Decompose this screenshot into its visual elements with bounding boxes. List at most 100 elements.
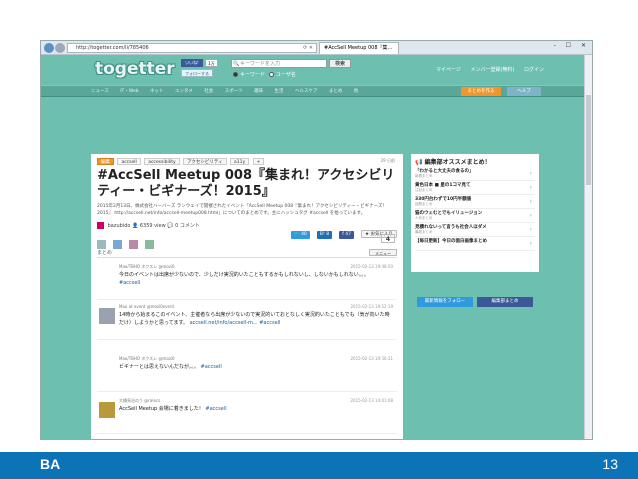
hatena-share-button[interactable]: B! 8 (316, 231, 333, 239)
megaphone-icon: 📢 (415, 159, 423, 166)
recommend-item[interactable]: 猫のウェむとでもイリュージョン 人気まとめ › (415, 209, 535, 223)
create-matome-button[interactable]: まとめを作る (461, 87, 501, 96)
cat-item[interactable]: ニュース (91, 89, 109, 94)
mypage-link[interactable]: マイページ (436, 67, 461, 73)
radio-user[interactable]: ユーザ名 (269, 71, 296, 78)
tweet-avatar[interactable] (99, 308, 115, 324)
tag[interactable]: accsell (117, 158, 141, 165)
search-button[interactable]: 検索 (329, 59, 351, 68)
chevron-right-icon: › (529, 184, 532, 191)
recommend-item[interactable]: 黄色日本 ■ 星の1コマ見て 注目まとめ › (415, 181, 535, 195)
follow-twitter-button[interactable]: 最新情報をフォロー (417, 297, 473, 307)
signup-link[interactable]: メンバー登録(無料) (470, 67, 514, 73)
radio-user-label: ユーザ名 (276, 72, 296, 78)
tweet-body: 今日のイベントは出席が少ないので、少しだけ実況的いたこともするかもしれないし、し… (119, 271, 391, 287)
tweet-avatar[interactable] (99, 360, 115, 376)
help-button[interactable]: ヘルプ (507, 87, 541, 96)
back-icon[interactable] (44, 43, 54, 53)
recommend-title: 編集部オススメまとめ！ (424, 159, 491, 166)
tweet-item: 大橋亮治のう @ralecs 2015-02-13 14:01:08 AccSe… (97, 396, 397, 434)
tag[interactable]: accessibility (144, 158, 180, 165)
chevron-right-icon: › (529, 170, 532, 177)
add-tag-button[interactable]: + (252, 158, 265, 165)
address-bar[interactable]: http://togetter.com/li/785406 ⟳ ✕ (67, 43, 317, 53)
tweet-author[interactable]: Mao/TBHO ネクスレ @mozi0 (119, 264, 175, 270)
cat-item[interactable]: エンタメ (175, 89, 193, 94)
author-avatar[interactable] (97, 222, 104, 229)
tweet-text: AccSell Meetup 会場に着きました！ (119, 406, 204, 412)
tweet-share-button[interactable]: 🐦 40 (291, 231, 310, 239)
twitter-icon: 🐦 (294, 232, 300, 237)
scrollbar[interactable] (584, 55, 592, 439)
tweet-author[interactable]: Mao/TBHO ネクスレ @mozi0 (119, 356, 175, 362)
window-controls[interactable]: - ☐ ✕ (554, 42, 590, 49)
hatena-share-count: 8 (326, 232, 330, 237)
twitter-follow-button[interactable]: フォローする (181, 69, 213, 77)
tweet-item: Mao at event @mozi0event 2015-02-13 19:5… (97, 302, 397, 340)
recommend-item[interactable]: 「わかると大丈夫の食るの」 新着まとめ › (415, 167, 535, 181)
togetter-logo[interactable]: togetter (95, 59, 175, 79)
refresh-icon[interactable]: ⟳ ✕ (303, 44, 313, 53)
tag[interactable]: a11y (230, 158, 250, 165)
tweet-avatar[interactable] (99, 268, 115, 284)
search-input[interactable]: 🔍 キーワードを入力 (231, 59, 327, 68)
cat-item[interactable]: ネット (150, 89, 164, 94)
tweet-time[interactable]: 2015-02-13 19:56:31 (351, 356, 393, 361)
tag[interactable]: アクセシビリティ (183, 158, 227, 165)
tab-title: #AccSell Meetup 008『集… (324, 45, 393, 51)
browser-tab[interactable]: #AccSell Meetup 008『集… (319, 42, 399, 54)
slide-footer: BA 13 (0, 452, 638, 479)
chevron-right-icon: › (529, 226, 532, 233)
login-link[interactable]: ログイン (524, 67, 544, 73)
forward-icon[interactable] (55, 43, 65, 53)
menu-button[interactable]: メニュー (369, 249, 397, 256)
recommend-item[interactable]: 330円台わずで10円半額値 話題まとめ › (415, 195, 535, 209)
comment-label[interactable]: コメント (180, 223, 200, 229)
facebook-like-count: 1万 (205, 59, 218, 67)
hashtag-link[interactable]: #accsell (201, 364, 222, 370)
tweet-time[interactable]: 2015-02-13 19:52:19 (351, 304, 393, 309)
posted-date: 29 日前 (380, 158, 395, 163)
category-items: ニュース IT・Web ネット エンタメ 社会 スポーツ 趣味 生活 ヘルスケア… (91, 86, 368, 97)
hashtag-link[interactable]: #accsell (119, 280, 140, 286)
article-meta: bazubido 👤 6359 view 💬 0 コメント (97, 222, 200, 229)
article-title: #AccSell Meetup 008『集まれ！アクセシビリティー・ビギナーズ！… (97, 168, 395, 199)
hashtag-link[interactable]: #accsell (259, 320, 280, 326)
recommend-item[interactable]: 見積れないって言うも社会人ほダメ 最新まとめ › (415, 223, 535, 237)
facebook-matome-button[interactable]: 編集部まとめ (477, 297, 533, 307)
facebook-share-button[interactable]: f 47 (339, 231, 354, 239)
tweet-time[interactable]: 2015-02-13 19:48:50 (351, 264, 393, 269)
recommend-item[interactable]: 【毎日更新】今日の面白画像まとめ › (415, 237, 535, 251)
article-description: 2015年2月13日、株式会社ハーバーズ ランウェイで開催されたイベント『Acc… (97, 204, 387, 216)
slide: http://togetter.com/li/785406 ⟳ ✕ #AccSe… (0, 0, 638, 479)
tag-list: 編集 accsell accessibility アクセシビリティ a11y + (97, 158, 266, 166)
cat-item[interactable]: まとめ (329, 89, 343, 94)
cat-item[interactable]: IT・Web (120, 89, 138, 94)
radio-keyword[interactable]: キーワード (233, 71, 265, 78)
hashtag-link[interactable]: #accsell (205, 406, 226, 412)
browser-screenshot: http://togetter.com/li/785406 ⟳ ✕ #AccSe… (40, 40, 593, 440)
url-link[interactable]: accsell.net/info/accsell-m... (190, 320, 258, 326)
chevron-right-icon: › (529, 240, 532, 247)
tweet-body: AccSell Meetup 会場に着きました！ #accsell (119, 405, 391, 413)
author-name[interactable]: bazubido (108, 223, 131, 229)
radio-dot-keyword (233, 72, 238, 77)
tweet-author[interactable]: 大橋亮治のう @ralecs (119, 398, 160, 404)
cat-item[interactable]: 趣味 (254, 89, 263, 94)
browser-chrome: http://togetter.com/li/785406 ⟳ ✕ #AccSe… (41, 41, 592, 55)
tweet-author[interactable]: Mao at event @mozi0event (119, 304, 174, 309)
cat-item[interactable]: 社会 (204, 89, 213, 94)
cat-item[interactable]: 生活 (275, 89, 284, 94)
edit-tag-button[interactable]: 編集 (97, 158, 114, 165)
scrollbar-thumb[interactable] (586, 95, 591, 185)
tweet-time[interactable]: 2015-02-13 14:01:08 (351, 398, 393, 403)
category-nav: ニュース IT・Web ネット エンタメ 社会 スポーツ 趣味 生活 ヘルスケア… (41, 85, 592, 97)
cat-item[interactable]: 他 (354, 89, 359, 94)
site-header: togetter いいね! 1万 フォローする 🔍 キーワードを入力 検索 キー… (41, 55, 592, 85)
facebook-like-button[interactable]: いいね! (181, 59, 203, 67)
cat-item[interactable]: スポーツ (225, 89, 243, 94)
recommend-item-sub: 話題まとめ (415, 202, 433, 206)
tweet-avatar[interactable] (99, 402, 115, 418)
radio-keyword-label: キーワード (240, 72, 266, 78)
cat-item[interactable]: ヘルスケア (295, 89, 318, 94)
